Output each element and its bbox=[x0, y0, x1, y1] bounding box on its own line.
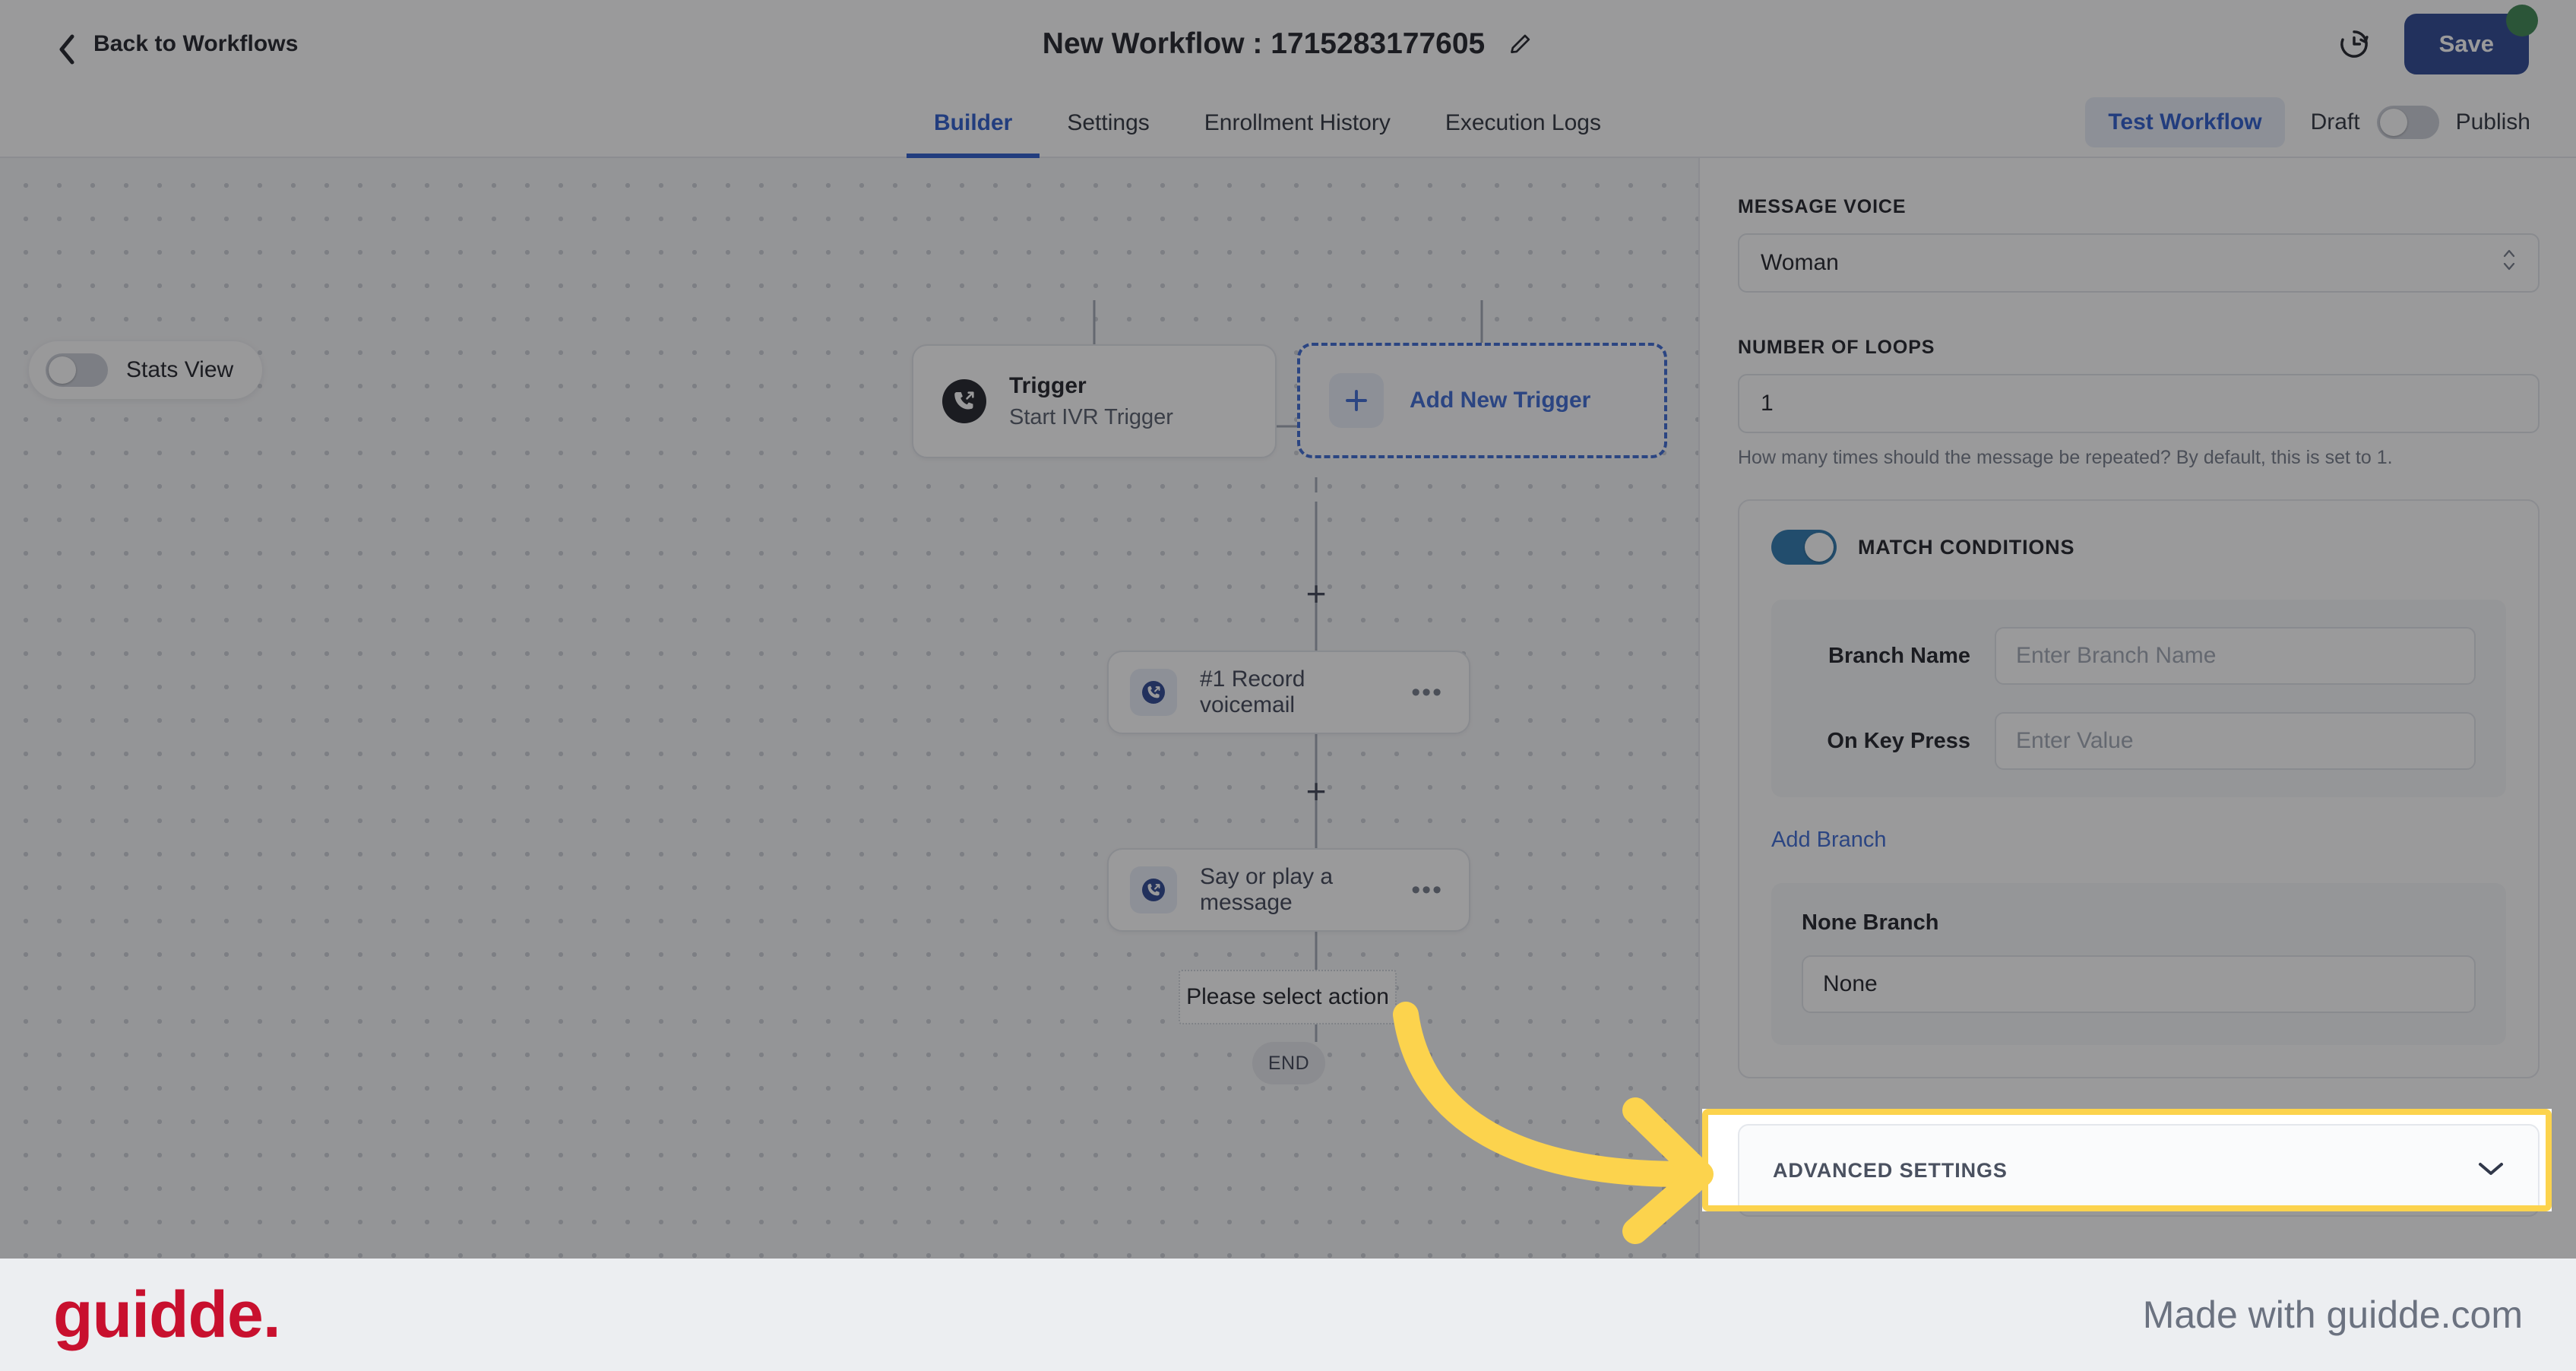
save-button-label: Save bbox=[2438, 30, 2494, 57]
header-actions: Save bbox=[2337, 4, 2538, 74]
number-of-loops-value: 1 bbox=[1761, 391, 1774, 416]
match-conditions-card: MATCH CONDITIONS Branch Name Enter Branc… bbox=[1738, 499, 2540, 1078]
tab-execution-logs-label: Execution Logs bbox=[1445, 109, 1601, 135]
stats-view-toggle-knob bbox=[49, 356, 76, 384]
stats-view-toggle-pill[interactable]: Stats View bbox=[29, 341, 263, 399]
number-of-loops-field: NUMBER OF LOOPS 1 How many times should … bbox=[1738, 337, 2540, 469]
publish-toggle[interactable] bbox=[2376, 105, 2439, 139]
trigger-node-title: Trigger bbox=[1009, 372, 1087, 398]
tab-settings-label: Settings bbox=[1067, 109, 1150, 135]
message-voice-field: MESSAGE VOICE Woman bbox=[1738, 196, 2540, 293]
guidde-footer: guidde. Made with guidde.com bbox=[0, 1259, 2576, 1371]
message-voice-label: MESSAGE VOICE bbox=[1738, 196, 1907, 217]
step-node-menu-icon[interactable]: ••• bbox=[1411, 679, 1443, 705]
made-with-guidde-label: Made with guidde.com bbox=[2142, 1293, 2523, 1336]
none-branch-label: None Branch bbox=[1802, 910, 1939, 935]
stats-view-toggle[interactable] bbox=[46, 353, 108, 387]
tab-enrollment-history-label: Enrollment History bbox=[1204, 109, 1391, 135]
end-node: END bbox=[1252, 1042, 1325, 1084]
save-button[interactable]: Save bbox=[2404, 4, 2538, 74]
tab-settings[interactable]: Settings bbox=[1040, 87, 1176, 158]
number-of-loops-input[interactable]: 1 bbox=[1738, 374, 2540, 433]
trigger-node-texts: Trigger Start IVR Trigger bbox=[1009, 373, 1173, 430]
unsaved-changes-dot bbox=[2506, 4, 2538, 36]
tab-builder[interactable]: Builder bbox=[907, 87, 1040, 158]
phone-outgoing-icon bbox=[1130, 866, 1177, 913]
step-node-say-or-play-message[interactable]: Say or play a message ••• bbox=[1107, 848, 1470, 932]
publish-label: Publish bbox=[2455, 109, 2530, 135]
match-conditions-toggle[interactable] bbox=[1771, 530, 1837, 565]
draft-publish-toggle-group: Draft Publish bbox=[2310, 105, 2530, 139]
clock-history-icon[interactable] bbox=[2337, 27, 2371, 61]
message-voice-select[interactable]: Woman bbox=[1738, 233, 2540, 293]
message-voice-value: Woman bbox=[1761, 250, 1839, 275]
branch-name-label: Branch Name bbox=[1828, 643, 1970, 668]
on-key-press-label: On Key Press bbox=[1827, 728, 1970, 753]
page-title: New Workflow : 1715283177605 bbox=[1042, 27, 1486, 60]
workflow-canvas[interactable]: Stats View Trigger Start IVR Trigger Add… bbox=[0, 158, 1698, 1259]
number-of-loops-helper: How many times should the message be rep… bbox=[1738, 447, 2393, 468]
on-key-press-row: On Key Press Enter Value bbox=[1802, 712, 2476, 770]
phone-outgoing-icon bbox=[1130, 669, 1177, 716]
back-to-workflows-label: Back to Workflows bbox=[93, 30, 299, 56]
match-conditions-toggle-knob bbox=[1805, 533, 1834, 562]
step-config-panel-content: MESSAGE VOICE Woman NUMBER OF LOOPS 1 Ho… bbox=[1700, 158, 2576, 1217]
publish-toggle-knob bbox=[2379, 108, 2407, 136]
add-step-plus-2[interactable]: + bbox=[1306, 774, 1327, 809]
number-of-loops-label: NUMBER OF LOOPS bbox=[1738, 337, 1935, 358]
step-node-label: Say or play a message bbox=[1200, 864, 1334, 915]
application-window: Back to Workflows New Workflow : 1715283… bbox=[0, 0, 2576, 1259]
step-node-label: #1 Record voicemail bbox=[1200, 667, 1305, 717]
add-new-trigger-button[interactable]: Add New Trigger bbox=[1297, 343, 1667, 458]
trigger-node-subtitle: Start IVR Trigger bbox=[1009, 404, 1173, 429]
match-conditions-header: MATCH CONDITIONS bbox=[1771, 530, 2506, 565]
select-action-placeholder[interactable]: Please select action bbox=[1179, 970, 1397, 1024]
tab-bar: Builder Settings Enrollment History Exec… bbox=[0, 87, 2576, 158]
tab-enrollment-history[interactable]: Enrollment History bbox=[1177, 87, 1418, 158]
chevron-left-icon bbox=[57, 34, 77, 64]
branch-name-input[interactable]: Enter Branch Name bbox=[1995, 627, 2476, 685]
step-node-record-voicemail[interactable]: #1 Record voicemail ••• bbox=[1107, 651, 1470, 734]
guidde-logo: guidde. bbox=[53, 1278, 281, 1351]
add-new-trigger-label: Add New Trigger bbox=[1410, 388, 1591, 413]
step-node-menu-icon[interactable]: ••• bbox=[1411, 877, 1443, 903]
draft-label: Draft bbox=[2310, 109, 2360, 135]
on-key-press-input[interactable]: Enter Value bbox=[1995, 712, 2476, 770]
pencil-icon[interactable] bbox=[1508, 31, 1533, 57]
match-conditions-title: MATCH CONDITIONS bbox=[1858, 535, 2075, 559]
none-branch-select[interactable]: None bbox=[1802, 955, 2476, 1013]
tab-execution-logs[interactable]: Execution Logs bbox=[1418, 87, 1628, 158]
add-step-plus-1[interactable]: + bbox=[1306, 576, 1327, 611]
screenshot-root: Back to Workflows New Workflow : 1715283… bbox=[0, 0, 2576, 1371]
tab-list: Builder Settings Enrollment History Exec… bbox=[907, 87, 1628, 158]
advanced-settings-accordion[interactable]: ADVANCED SETTINGS bbox=[1738, 1124, 2540, 1217]
test-workflow-button[interactable]: Test Workflow bbox=[2085, 97, 2285, 147]
advanced-settings-label: ADVANCED SETTINGS bbox=[1773, 1158, 2008, 1182]
stats-view-label: Stats View bbox=[126, 357, 234, 382]
branch-editor-card: Branch Name Enter Branch Name On Key Pre… bbox=[1771, 600, 2506, 797]
tab-builder-label: Builder bbox=[934, 109, 1013, 135]
plus-icon bbox=[1329, 373, 1384, 428]
add-branch-link[interactable]: Add Branch bbox=[1771, 828, 1887, 853]
phone-outgoing-icon bbox=[942, 379, 986, 423]
step-config-panel: MESSAGE VOICE Woman NUMBER OF LOOPS 1 Ho… bbox=[1698, 158, 2576, 1259]
none-branch-value: None bbox=[1823, 971, 1878, 996]
chevron-down-icon bbox=[2477, 1160, 2505, 1181]
chevron-updown-icon bbox=[2500, 244, 2518, 282]
back-to-workflows-button[interactable]: Back to Workflows bbox=[57, 30, 299, 64]
branch-name-row: Branch Name Enter Branch Name bbox=[1802, 627, 2476, 685]
none-branch-card: None Branch None bbox=[1771, 883, 2506, 1045]
workflow-title-area: New Workflow : 1715283177605 bbox=[1043, 27, 1533, 61]
tab-bar-actions: Test Workflow Draft Publish bbox=[2085, 97, 2530, 147]
app-header: Back to Workflows New Workflow : 1715283… bbox=[0, 0, 2576, 87]
trigger-node[interactable]: Trigger Start IVR Trigger bbox=[912, 344, 1277, 458]
